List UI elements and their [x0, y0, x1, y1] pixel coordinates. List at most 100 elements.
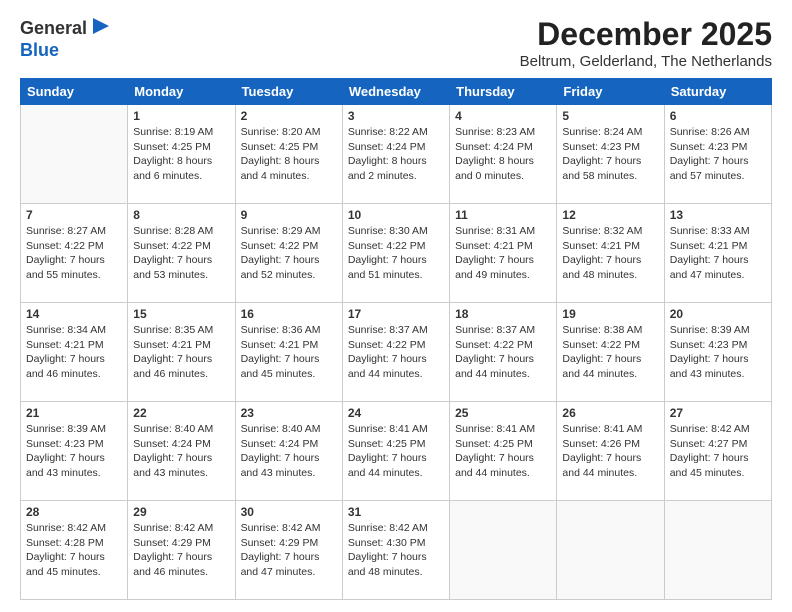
calendar-cell: 1 Sunrise: 8:19 AM Sunset: 4:25 PM Dayli… — [128, 105, 235, 204]
daylight-text: Daylight: 7 hours and 47 minutes. — [670, 254, 749, 281]
cell-text: Sunrise: 8:23 AM Sunset: 4:24 PM Dayligh… — [455, 125, 551, 184]
day-number: 10 — [348, 208, 444, 222]
cell-text: Sunrise: 8:34 AM Sunset: 4:21 PM Dayligh… — [26, 323, 122, 382]
sunrise-text: Sunrise: 8:19 AM — [133, 126, 213, 138]
weekday-header-tuesday: Tuesday — [235, 79, 342, 105]
sunset-text: Sunset: 4:21 PM — [241, 339, 319, 351]
weekday-header-thursday: Thursday — [450, 79, 557, 105]
day-number: 5 — [562, 109, 658, 123]
cell-text: Sunrise: 8:42 AM Sunset: 4:28 PM Dayligh… — [26, 521, 122, 580]
calendar-cell: 4 Sunrise: 8:23 AM Sunset: 4:24 PM Dayli… — [450, 105, 557, 204]
calendar-cell: 3 Sunrise: 8:22 AM Sunset: 4:24 PM Dayli… — [342, 105, 449, 204]
day-number: 17 — [348, 307, 444, 321]
calendar-cell: 22 Sunrise: 8:40 AM Sunset: 4:24 PM Dayl… — [128, 402, 235, 501]
cell-text: Sunrise: 8:37 AM Sunset: 4:22 PM Dayligh… — [455, 323, 551, 382]
cell-text: Sunrise: 8:27 AM Sunset: 4:22 PM Dayligh… — [26, 224, 122, 283]
calendar-cell: 15 Sunrise: 8:35 AM Sunset: 4:21 PM Dayl… — [128, 303, 235, 402]
calendar-cell: 26 Sunrise: 8:41 AM Sunset: 4:26 PM Dayl… — [557, 402, 664, 501]
sunrise-text: Sunrise: 8:40 AM — [241, 423, 321, 435]
cell-text: Sunrise: 8:38 AM Sunset: 4:22 PM Dayligh… — [562, 323, 658, 382]
sunrise-text: Sunrise: 8:42 AM — [670, 423, 750, 435]
cell-text: Sunrise: 8:19 AM Sunset: 4:25 PM Dayligh… — [133, 125, 229, 184]
sunrise-text: Sunrise: 8:27 AM — [26, 225, 106, 237]
cell-text: Sunrise: 8:42 AM Sunset: 4:30 PM Dayligh… — [348, 521, 444, 580]
sunrise-text: Sunrise: 8:20 AM — [241, 126, 321, 138]
cell-text: Sunrise: 8:41 AM Sunset: 4:26 PM Dayligh… — [562, 422, 658, 481]
sunset-text: Sunset: 4:24 PM — [455, 141, 533, 153]
daylight-text: Daylight: 7 hours and 53 minutes. — [133, 254, 212, 281]
calendar-cell: 29 Sunrise: 8:42 AM Sunset: 4:29 PM Dayl… — [128, 501, 235, 600]
day-number: 1 — [133, 109, 229, 123]
calendar-week-5: 28 Sunrise: 8:42 AM Sunset: 4:28 PM Dayl… — [21, 501, 772, 600]
day-number: 31 — [348, 505, 444, 519]
calendar-cell: 27 Sunrise: 8:42 AM Sunset: 4:27 PM Dayl… — [664, 402, 771, 501]
sunset-text: Sunset: 4:22 PM — [26, 240, 104, 252]
weekday-header-monday: Monday — [128, 79, 235, 105]
logo-blue: Blue — [20, 40, 59, 60]
calendar-cell: 20 Sunrise: 8:39 AM Sunset: 4:23 PM Dayl… — [664, 303, 771, 402]
day-number: 21 — [26, 406, 122, 420]
daylight-text: Daylight: 8 hours and 4 minutes. — [241, 155, 320, 182]
sunrise-text: Sunrise: 8:42 AM — [26, 522, 106, 534]
sunset-text: Sunset: 4:21 PM — [670, 240, 748, 252]
calendar-cell: 2 Sunrise: 8:20 AM Sunset: 4:25 PM Dayli… — [235, 105, 342, 204]
day-number: 18 — [455, 307, 551, 321]
sunset-text: Sunset: 4:24 PM — [348, 141, 426, 153]
sunrise-text: Sunrise: 8:40 AM — [133, 423, 213, 435]
day-number: 13 — [670, 208, 766, 222]
calendar-cell — [557, 501, 664, 600]
daylight-text: Daylight: 7 hours and 44 minutes. — [562, 353, 641, 380]
cell-text: Sunrise: 8:22 AM Sunset: 4:24 PM Dayligh… — [348, 125, 444, 184]
calendar-week-1: 1 Sunrise: 8:19 AM Sunset: 4:25 PM Dayli… — [21, 105, 772, 204]
calendar-cell: 17 Sunrise: 8:37 AM Sunset: 4:22 PM Dayl… — [342, 303, 449, 402]
weekday-header-wednesday: Wednesday — [342, 79, 449, 105]
calendar-week-2: 7 Sunrise: 8:27 AM Sunset: 4:22 PM Dayli… — [21, 204, 772, 303]
daylight-text: Daylight: 7 hours and 45 minutes. — [670, 452, 749, 479]
location-title: Beltrum, Gelderland, The Netherlands — [520, 53, 772, 70]
calendar-cell: 14 Sunrise: 8:34 AM Sunset: 4:21 PM Dayl… — [21, 303, 128, 402]
calendar-cell — [664, 501, 771, 600]
sunset-text: Sunset: 4:28 PM — [26, 537, 104, 549]
daylight-text: Daylight: 7 hours and 47 minutes. — [241, 551, 320, 578]
day-number: 23 — [241, 406, 337, 420]
sunrise-text: Sunrise: 8:37 AM — [348, 324, 428, 336]
sunrise-text: Sunrise: 8:41 AM — [562, 423, 642, 435]
calendar-cell: 8 Sunrise: 8:28 AM Sunset: 4:22 PM Dayli… — [128, 204, 235, 303]
calendar-table: SundayMondayTuesdayWednesdayThursdayFrid… — [20, 78, 772, 600]
day-number: 8 — [133, 208, 229, 222]
day-number: 3 — [348, 109, 444, 123]
calendar-cell: 10 Sunrise: 8:30 AM Sunset: 4:22 PM Dayl… — [342, 204, 449, 303]
cell-text: Sunrise: 8:32 AM Sunset: 4:21 PM Dayligh… — [562, 224, 658, 283]
sunset-text: Sunset: 4:25 PM — [455, 438, 533, 450]
calendar-cell: 16 Sunrise: 8:36 AM Sunset: 4:21 PM Dayl… — [235, 303, 342, 402]
calendar-cell: 18 Sunrise: 8:37 AM Sunset: 4:22 PM Dayl… — [450, 303, 557, 402]
daylight-text: Daylight: 7 hours and 44 minutes. — [348, 353, 427, 380]
weekday-header-row: SundayMondayTuesdayWednesdayThursdayFrid… — [21, 79, 772, 105]
sunrise-text: Sunrise: 8:22 AM — [348, 126, 428, 138]
day-number: 4 — [455, 109, 551, 123]
day-number: 6 — [670, 109, 766, 123]
calendar-cell: 25 Sunrise: 8:41 AM Sunset: 4:25 PM Dayl… — [450, 402, 557, 501]
daylight-text: Daylight: 7 hours and 49 minutes. — [455, 254, 534, 281]
day-number: 27 — [670, 406, 766, 420]
daylight-text: Daylight: 7 hours and 44 minutes. — [455, 353, 534, 380]
day-number: 20 — [670, 307, 766, 321]
cell-text: Sunrise: 8:41 AM Sunset: 4:25 PM Dayligh… — [455, 422, 551, 481]
logo-arrow-icon — [91, 16, 111, 36]
calendar-cell: 23 Sunrise: 8:40 AM Sunset: 4:24 PM Dayl… — [235, 402, 342, 501]
sunrise-text: Sunrise: 8:39 AM — [670, 324, 750, 336]
sunset-text: Sunset: 4:23 PM — [562, 141, 640, 153]
sunrise-text: Sunrise: 8:41 AM — [455, 423, 535, 435]
day-number: 25 — [455, 406, 551, 420]
cell-text: Sunrise: 8:33 AM Sunset: 4:21 PM Dayligh… — [670, 224, 766, 283]
day-number: 24 — [348, 406, 444, 420]
sunrise-text: Sunrise: 8:34 AM — [26, 324, 106, 336]
sunrise-text: Sunrise: 8:36 AM — [241, 324, 321, 336]
sunset-text: Sunset: 4:22 PM — [455, 339, 533, 351]
cell-text: Sunrise: 8:29 AM Sunset: 4:22 PM Dayligh… — [241, 224, 337, 283]
day-number: 14 — [26, 307, 122, 321]
cell-text: Sunrise: 8:36 AM Sunset: 4:21 PM Dayligh… — [241, 323, 337, 382]
daylight-text: Daylight: 7 hours and 57 minutes. — [670, 155, 749, 182]
calendar-cell: 21 Sunrise: 8:39 AM Sunset: 4:23 PM Dayl… — [21, 402, 128, 501]
cell-text: Sunrise: 8:26 AM Sunset: 4:23 PM Dayligh… — [670, 125, 766, 184]
